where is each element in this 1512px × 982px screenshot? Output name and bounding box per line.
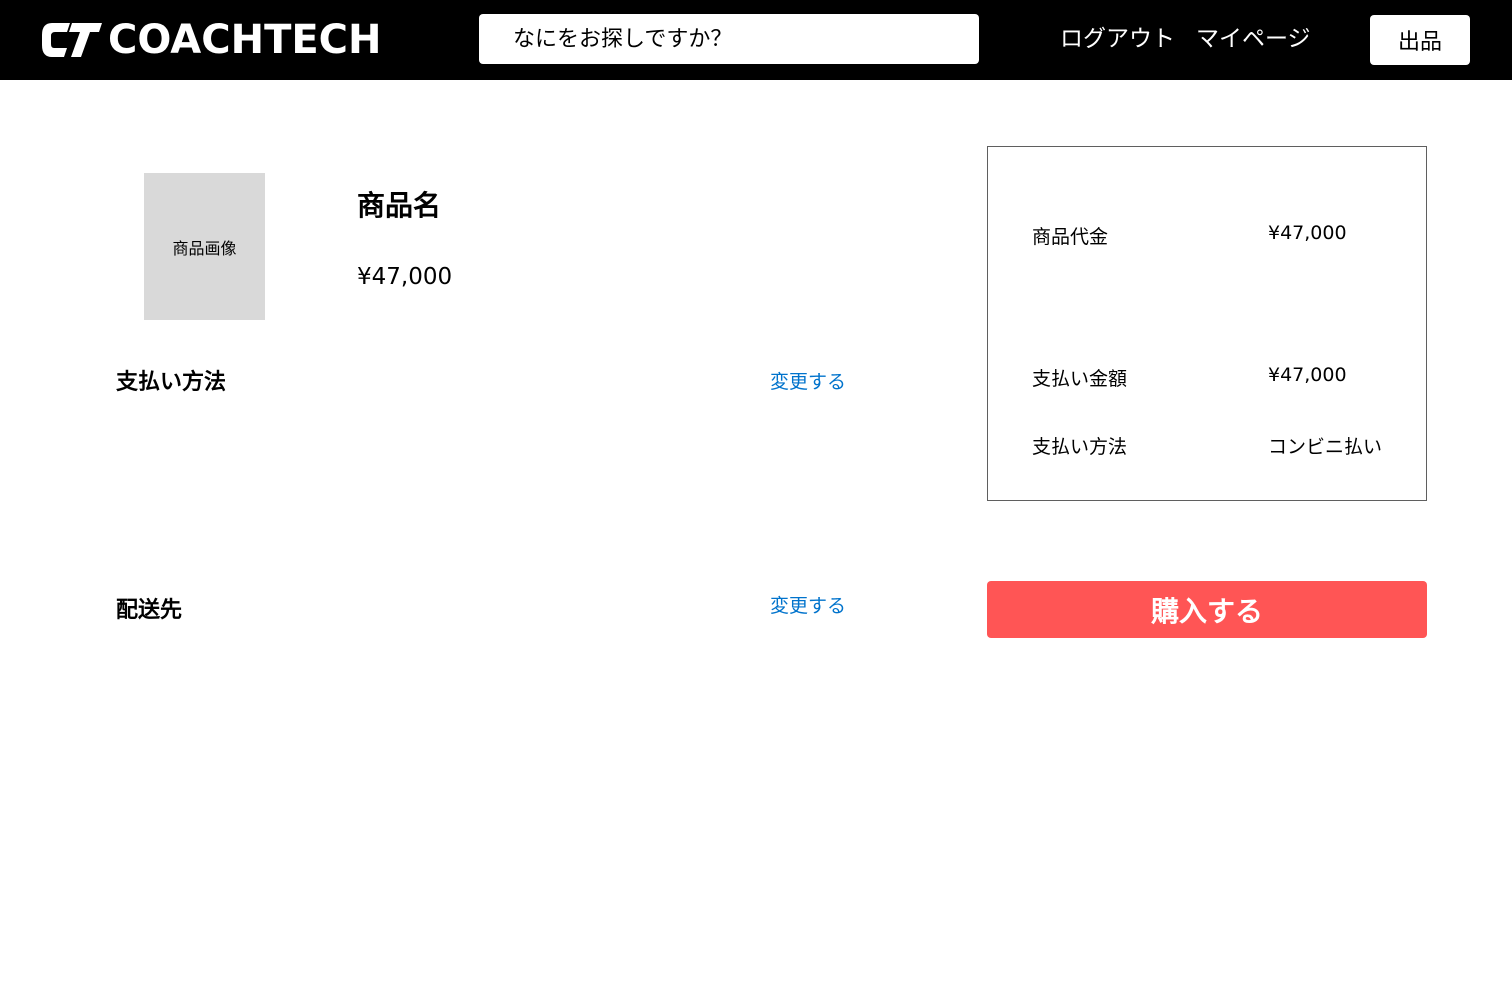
product-image: 商品画像 [144,173,265,320]
logo-text: COACHTECH [108,17,382,63]
total-value: ¥47,000 [1268,364,1347,386]
product-price: ¥47,000 [357,264,453,290]
payment-method-value: コンビニ払い [1268,436,1383,458]
item-price-label: 商品代金 [1032,226,1109,248]
order-summary: 商品代金 ¥47,000 支払い金額 ¥47,000 支払い方法 コンビニ払い [987,146,1427,501]
coachtech-logo[interactable]: COACHTECH [40,20,382,60]
site-header: COACHTECH ログアウト マイページ 出品 [0,0,1512,80]
change-shipping-link[interactable]: 変更する [770,591,846,618]
logout-link[interactable]: ログアウト [1060,24,1175,54]
shipping-address-title: 配送先 [116,598,183,623]
item-price-value: ¥47,000 [1268,222,1347,244]
payment-method-label: 支払い方法 [1032,436,1128,458]
product-image-placeholder-text: 商品画像 [172,238,237,258]
total-label: 支払い金額 [1032,368,1128,390]
payment-method-title: 支払い方法 [116,370,227,395]
mypage-link[interactable]: マイページ [1196,24,1311,54]
product-name: 商品名 [357,189,442,222]
purchase-button[interactable]: 購入する [987,581,1427,638]
change-payment-link[interactable]: 変更する [770,367,846,394]
search-input[interactable] [479,14,979,64]
ct-logo-icon [42,23,102,57]
sell-button[interactable]: 出品 [1370,15,1470,65]
